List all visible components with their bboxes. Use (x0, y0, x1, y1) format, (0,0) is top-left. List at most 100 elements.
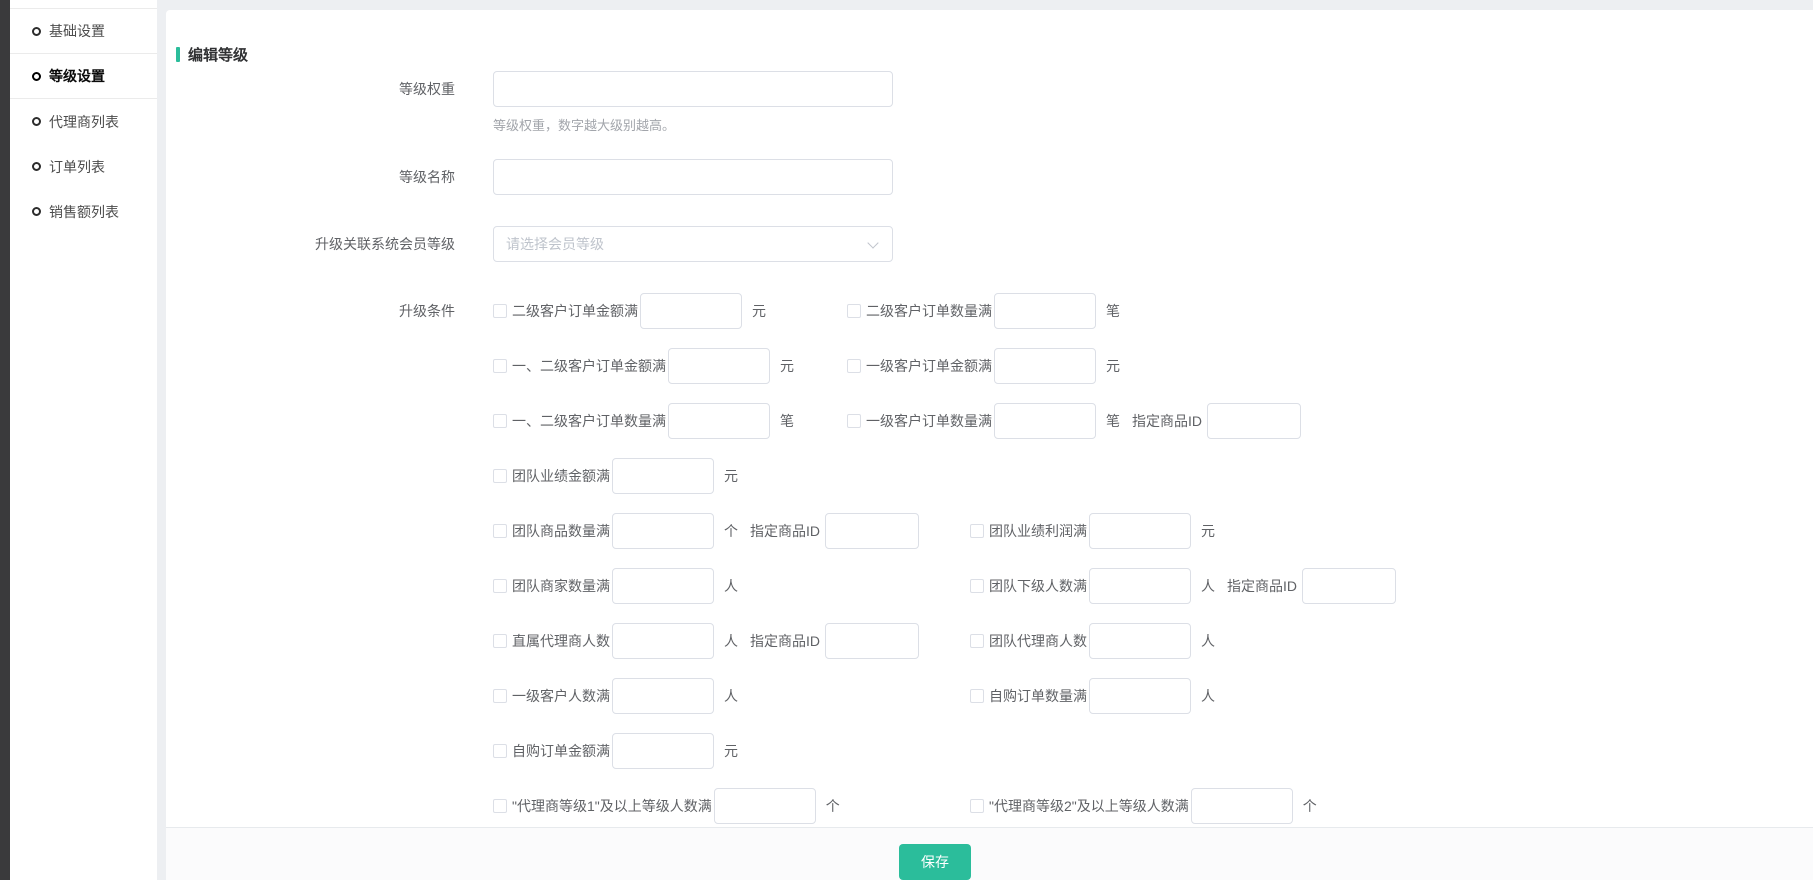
condition-value-input[interactable] (612, 733, 714, 769)
condition-label: 二级客户订单数量满 (866, 301, 992, 321)
condition-cell: 一、二级客户订单金额满 元 (493, 348, 847, 384)
condition-label: 一、二级客户订单数量满 (512, 411, 666, 431)
condition-label: 团队业绩金额满 (512, 466, 610, 486)
condition-label: "代理商等级2"及以上等级人数满 (989, 796, 1189, 816)
condition-cell: 一级客户订单金额满 元 (847, 348, 1120, 384)
condition-value-input[interactable] (612, 623, 714, 659)
sidebar-item-label: 基础设置 (49, 21, 105, 41)
section-accent-bar-icon (176, 47, 180, 62)
condition-checkbox[interactable] (493, 744, 507, 758)
condition-label: 团队业绩利润满 (989, 521, 1087, 541)
condition-unit: 人 (1201, 686, 1215, 706)
member-level-label: 升级关联系统会员等级 (166, 226, 455, 262)
condition-row: 团队业绩金额满 元 (493, 458, 1396, 494)
section-header: 编辑等级 (166, 10, 1813, 65)
condition-value-input[interactable] (640, 293, 742, 329)
condition-value-input[interactable] (714, 788, 816, 824)
condition-checkbox[interactable] (970, 579, 984, 593)
condition-cell: "代理商等级1"及以上等级人数满 个 (493, 788, 970, 824)
condition-checkbox[interactable] (493, 414, 507, 428)
condition-cell: 二级客户订单数量满 笔 (847, 293, 1120, 329)
condition-value-input[interactable] (612, 568, 714, 604)
product-id-input[interactable] (825, 513, 919, 549)
product-id-group: 指定商品ID (1132, 403, 1301, 439)
name-control (493, 159, 893, 195)
condition-checkbox[interactable] (970, 634, 984, 648)
condition-cell: 二级客户订单金额满 元 (493, 293, 847, 329)
condition-value-input[interactable] (994, 348, 1096, 384)
condition-checkbox[interactable] (493, 524, 507, 538)
condition-label: 自购订单数量满 (989, 686, 1087, 706)
condition-checkbox[interactable] (847, 359, 861, 373)
condition-label: "代理商等级1"及以上等级人数满 (512, 796, 712, 816)
condition-checkbox[interactable] (970, 799, 984, 813)
sidebar-item[interactable]: 代理商列表 (10, 99, 157, 144)
condition-value-input[interactable] (612, 678, 714, 714)
sidebar-item-label: 销售额列表 (49, 202, 119, 222)
product-id-input[interactable] (1302, 568, 1396, 604)
sidebar-item[interactable]: 等级设置 (10, 54, 157, 99)
product-id-label: 指定商品ID (750, 521, 820, 541)
condition-cell: 直属代理商人数 人 指定商品ID (493, 623, 970, 659)
condition-label: 一级客户订单金额满 (866, 356, 992, 376)
condition-checkbox[interactable] (970, 524, 984, 538)
weight-control: 等级权重，数字越大级别越高。 (493, 71, 893, 134)
condition-row: 团队商品数量满 个 指定商品ID 团队业绩利润满 元 (493, 513, 1396, 549)
condition-value-input[interactable] (1089, 513, 1191, 549)
member-level-select[interactable]: 请选择会员等级 (493, 226, 893, 262)
condition-checkbox[interactable] (493, 689, 507, 703)
weight-input[interactable] (493, 71, 893, 107)
condition-checkbox[interactable] (493, 579, 507, 593)
condition-checkbox[interactable] (970, 689, 984, 703)
condition-unit: 个 (1303, 796, 1317, 816)
save-button[interactable]: 保存 (899, 844, 971, 880)
condition-value-input[interactable] (612, 458, 714, 494)
condition-checkbox[interactable] (493, 359, 507, 373)
sidebar-menu: 基础设置 等级设置 代理商列表 订单列表 销售额列表 (10, 8, 157, 234)
product-id-input[interactable] (1207, 403, 1301, 439)
condition-value-input[interactable] (668, 403, 770, 439)
condition-unit: 元 (724, 466, 738, 486)
name-input[interactable] (493, 159, 893, 195)
condition-unit: 笔 (1106, 411, 1120, 431)
radio-circle-icon (32, 27, 41, 36)
condition-cell: 团队商品数量满 个 指定商品ID (493, 513, 970, 549)
condition-label: 一、二级客户订单金额满 (512, 356, 666, 376)
condition-value-input[interactable] (668, 348, 770, 384)
condition-cell: 团队业绩金额满 元 (493, 458, 970, 494)
weight-field-row: 等级权重 等级权重，数字越大级别越高。 (166, 71, 1813, 134)
condition-row: 自购订单金额满 元 (493, 733, 1396, 769)
condition-label: 二级客户订单金额满 (512, 301, 638, 321)
sidebar-item[interactable]: 基础设置 (10, 9, 157, 54)
product-id-input[interactable] (825, 623, 919, 659)
condition-checkbox[interactable] (847, 414, 861, 428)
name-field-row: 等级名称 (166, 159, 1813, 195)
left-dark-rail (0, 0, 10, 880)
condition-label: 一级客户人数满 (512, 686, 610, 706)
sidebar-item-label: 订单列表 (49, 157, 105, 177)
product-id-group: 指定商品ID (750, 513, 919, 549)
sidebar-item[interactable]: 订单列表 (10, 144, 157, 189)
sidebar-item[interactable]: 销售额列表 (10, 189, 157, 234)
condition-value-input[interactable] (994, 293, 1096, 329)
condition-value-input[interactable] (1089, 623, 1191, 659)
condition-row: 一级客户人数满 人 自购订单数量满 人 (493, 678, 1396, 714)
condition-value-input[interactable] (1089, 678, 1191, 714)
condition-value-input[interactable] (1089, 568, 1191, 604)
condition-checkbox[interactable] (493, 799, 507, 813)
condition-value-input[interactable] (612, 513, 714, 549)
condition-unit: 笔 (780, 411, 794, 431)
condition-checkbox[interactable] (847, 304, 861, 318)
condition-checkbox[interactable] (493, 634, 507, 648)
form-footer: 保存 (166, 827, 1813, 880)
condition-unit: 元 (780, 356, 794, 376)
condition-row: 一、二级客户订单数量满 笔 一级客户订单数量满 笔 指定商品ID (493, 403, 1396, 439)
condition-value-input[interactable] (1191, 788, 1293, 824)
condition-unit: 人 (1201, 576, 1215, 596)
condition-value-input[interactable] (994, 403, 1096, 439)
condition-checkbox[interactable] (493, 304, 507, 318)
condition-checkbox[interactable] (493, 469, 507, 483)
sidebar-item-label: 等级设置 (49, 66, 105, 86)
radio-circle-icon (32, 207, 41, 216)
condition-label: 自购订单金额满 (512, 741, 610, 761)
